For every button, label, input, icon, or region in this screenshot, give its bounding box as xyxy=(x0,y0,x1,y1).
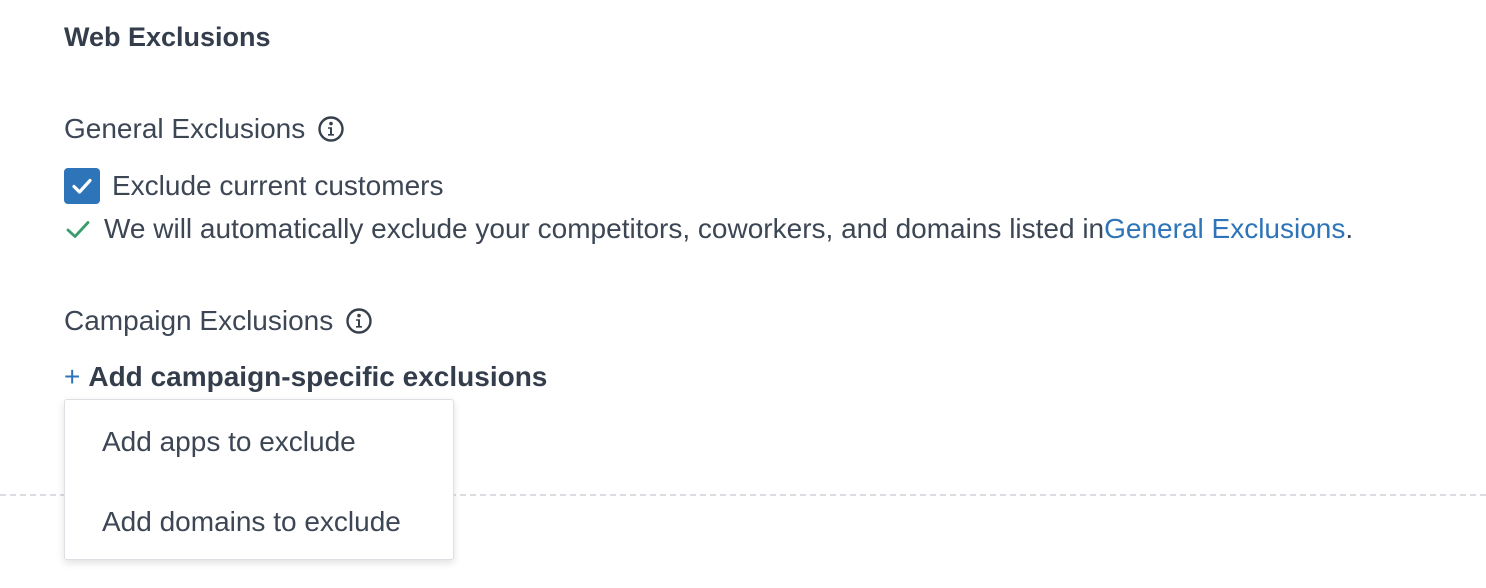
general-exclusions-heading: General Exclusions xyxy=(64,112,345,146)
campaign-exclusions-label: Campaign Exclusions xyxy=(64,305,334,336)
auto-exclusion-suffix: . xyxy=(1345,213,1354,244)
checkmark-icon xyxy=(72,178,92,194)
info-circle-icon[interactable] xyxy=(345,307,373,335)
green-check-icon xyxy=(64,215,92,243)
menu-item-add-apps[interactable]: Add apps to exclude xyxy=(65,402,453,482)
plus-icon: + xyxy=(64,361,81,392)
general-exclusions-label: General Exclusions xyxy=(64,113,306,144)
add-campaign-exclusions-button[interactable]: + Add campaign-specific exclusions xyxy=(64,360,547,394)
campaign-exclusions-heading: Campaign Exclusions xyxy=(64,304,373,338)
menu-item-add-domains[interactable]: Add domains to exclude xyxy=(65,482,453,562)
exclude-customers-row[interactable]: Exclude current customers xyxy=(64,168,443,204)
info-circle-icon[interactable] xyxy=(317,115,345,143)
general-exclusions-link[interactable]: General Exclusions xyxy=(1104,212,1345,246)
exclude-customers-checkbox[interactable] xyxy=(64,168,100,204)
add-exclusions-dropdown-menu: Add apps to exclude Add domains to exclu… xyxy=(64,399,454,560)
auto-exclusion-note: We will automatically exclude your compe… xyxy=(64,212,1353,246)
web-exclusions-title: Web Exclusions xyxy=(64,22,271,52)
exclude-customers-label: Exclude current customers xyxy=(112,170,444,201)
add-campaign-exclusions-label: Add campaign-specific exclusions xyxy=(88,361,548,392)
auto-exclusion-text: We will automatically exclude your compe… xyxy=(104,213,1105,244)
